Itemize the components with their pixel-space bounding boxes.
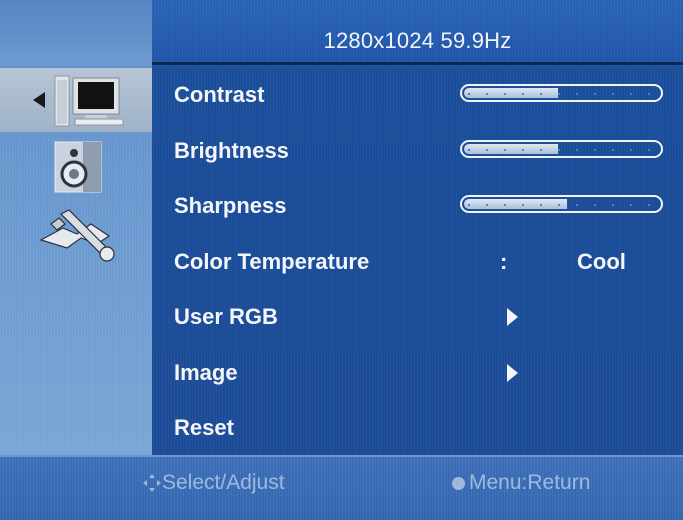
user-rgb-label: User RGB <box>174 304 278 329</box>
contrast-label: Contrast <box>174 82 265 107</box>
sidebar-item-display[interactable] <box>0 68 152 132</box>
menu-item-sharpness[interactable]: Sharpness <box>152 179 683 233</box>
menu-item-brightness[interactable]: Brightness <box>152 124 683 178</box>
menu-button-icon <box>452 476 465 490</box>
sidebar-top <box>0 0 152 66</box>
reset-label: Reset <box>174 415 234 440</box>
menu-return-hint: Menu:Return <box>452 471 590 495</box>
sharpness-label: Sharpness <box>174 193 287 218</box>
header-divider <box>152 62 683 65</box>
submenu-arrow-icon <box>507 308 518 326</box>
menu-item-user-rgb[interactable]: User RGB <box>152 290 683 344</box>
tools-icon <box>39 209 115 262</box>
sharpness-slider-ticks <box>468 204 657 206</box>
color-temperature-label: Color Temperature <box>174 249 370 274</box>
sidebar-item-settings[interactable] <box>0 196 152 262</box>
select-adjust-text: Select/Adjust <box>162 471 285 494</box>
speaker-icon <box>54 141 102 193</box>
navigation-arrows-icon <box>143 474 161 492</box>
submenu-arrow-icon <box>507 364 518 382</box>
contrast-slider-ticks <box>468 93 657 95</box>
color-temperature-value: Cool <box>577 249 626 274</box>
sidebar-item-audio[interactable] <box>0 132 152 196</box>
menu-item-reset[interactable]: Reset <box>152 401 683 455</box>
image-label: Image <box>174 360 238 385</box>
menu-item-color-temperature[interactable]: Color Temperature : Cool <box>152 235 683 289</box>
menu-item-image[interactable]: Image <box>152 346 683 400</box>
menu-item-contrast[interactable]: Contrast <box>152 68 683 122</box>
select-adjust-hint: Select/Adjust <box>142 471 285 495</box>
monitor-icon <box>33 75 124 127</box>
sharpness-slider[interactable] <box>460 195 663 213</box>
color-temperature-separator: : <box>500 249 508 274</box>
contrast-slider[interactable] <box>460 84 663 102</box>
menu-return-text: Menu:Return <box>469 471 591 494</box>
category-sidebar <box>0 0 152 455</box>
resolution-readout: 1280x1024 59.9Hz <box>323 28 512 53</box>
brightness-slider-ticks <box>468 149 657 151</box>
brightness-slider[interactable] <box>460 140 663 158</box>
brightness-label: Brightness <box>174 138 289 163</box>
footer-hints: Select/Adjust Menu:Return <box>0 455 683 520</box>
